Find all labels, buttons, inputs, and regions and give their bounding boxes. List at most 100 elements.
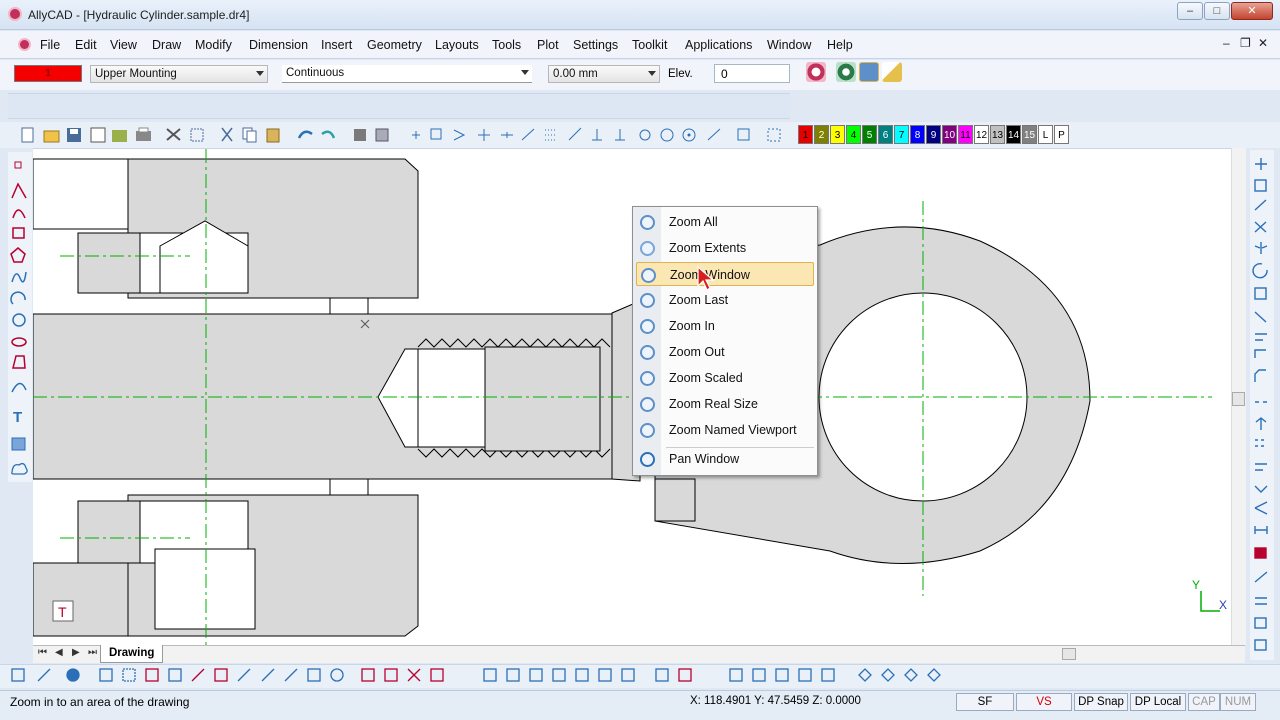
menu-item-zoom-scaled[interactable]: Zoom Scaled: [636, 366, 814, 390]
menu-item-label: Pan Window: [669, 452, 740, 466]
minimize-icon[interactable]: –: [1177, 2, 1203, 20]
linetype-combo[interactable]: Continuous: [282, 65, 532, 83]
zoom-scaled-icon: [640, 371, 655, 386]
last-sheet-icon[interactable]: ⏭: [88, 647, 97, 658]
menu-item-zoom-in[interactable]: Zoom In: [636, 314, 814, 338]
status-cap-indicator: CAP: [1188, 693, 1220, 711]
chevron-down-icon[interactable]: [521, 70, 529, 75]
palette-color-10[interactable]: 10: [942, 125, 957, 144]
menu-item-zoom-all[interactable]: Zoom All: [636, 210, 814, 234]
view-icon: [11, 668, 25, 682]
lineweight-combo[interactable]: 0.00 mm: [548, 65, 660, 83]
menu-edit[interactable]: Edit: [75, 38, 97, 52]
menu-item-zoom-out[interactable]: Zoom Out: [636, 340, 814, 364]
snap-center-icon: [430, 128, 442, 140]
edit-properties-icon[interactable]: [882, 62, 902, 82]
palette-color-8[interactable]: 8: [910, 125, 925, 144]
palette-color-3[interactable]: 3: [830, 125, 845, 144]
menu-item-zoom-named-viewport[interactable]: Zoom Named Viewport: [636, 418, 814, 442]
palette-color-14[interactable]: 14: [1006, 125, 1021, 144]
vertical-scroll-thumb[interactable]: [1232, 392, 1245, 406]
menu-help[interactable]: Help: [827, 38, 853, 52]
menu-item-zoom-extents[interactable]: Zoom Extents: [636, 236, 814, 260]
palette-color-4[interactable]: 4: [846, 125, 861, 144]
doc-minimize-icon[interactable]: –: [1223, 36, 1230, 50]
menu-toolkit[interactable]: Toolkit: [632, 38, 667, 52]
status-dp-snap-button[interactable]: DP Snap: [1074, 693, 1128, 711]
palette-color-15[interactable]: 15: [1022, 125, 1037, 144]
palette-color-P[interactable]: P: [1054, 125, 1069, 144]
snap-intersect-icon: [615, 129, 625, 141]
layer-manager-icon[interactable]: [806, 62, 826, 82]
palette-color-6[interactable]: 6: [878, 125, 893, 144]
elev-input[interactable]: 0: [714, 64, 790, 83]
snap-end-icon: [453, 129, 466, 141]
status-dp-local-button[interactable]: DP Local: [1130, 693, 1186, 711]
menu-geometry[interactable]: Geometry: [367, 38, 422, 52]
ellipse-tool-icon: [11, 337, 27, 347]
status-sf-button[interactable]: SF: [956, 693, 1014, 711]
first-sheet-icon[interactable]: ⏮: [38, 647, 47, 658]
context-menu-separator: [666, 447, 814, 448]
menu-item-label: Zoom Extents: [669, 241, 747, 255]
view-bottom-icon: [575, 668, 589, 682]
snap-settings-icon[interactable]: [836, 62, 856, 82]
view-right-icon: [621, 668, 635, 682]
document-icon[interactable]: [18, 38, 31, 51]
doc-close-icon[interactable]: ✕: [1258, 36, 1268, 50]
menu-settings[interactable]: Settings: [573, 38, 618, 52]
maximize-icon[interactable]: □: [1204, 2, 1230, 20]
palette-color-5[interactable]: 5: [862, 125, 877, 144]
chevron-down-icon[interactable]: [648, 71, 656, 76]
doc-restore-icon[interactable]: ❐: [1240, 36, 1251, 50]
menu-insert[interactable]: Insert: [321, 38, 352, 52]
menu-layouts[interactable]: Layouts: [435, 38, 479, 52]
palette-color-9[interactable]: 9: [926, 125, 941, 144]
next-sheet-icon[interactable]: ▶: [72, 647, 80, 658]
menu-modify[interactable]: Modify: [195, 38, 232, 52]
menu-dimension[interactable]: Dimension: [249, 38, 308, 52]
rod-thread-sleeve: [484, 346, 601, 452]
palette-color-L[interactable]: L: [1038, 125, 1053, 144]
menu-tools[interactable]: Tools: [492, 38, 521, 52]
text-marker-icon: T: [52, 600, 74, 622]
allycad-logo-icon[interactable]: [8, 7, 22, 21]
lineweight-value: 0.00 mm: [553, 68, 598, 80]
menu-item-pan-window[interactable]: Pan Window: [636, 447, 814, 471]
chevron-down-icon[interactable]: [256, 71, 264, 76]
circle-tool-icon: [12, 313, 26, 327]
status-vs-button[interactable]: VS: [1016, 693, 1072, 711]
menu-applications[interactable]: Applications: [685, 38, 752, 52]
view-back-icon: [552, 668, 566, 682]
layer-combo[interactable]: Upper Mounting: [90, 65, 268, 83]
menu-draw[interactable]: Draw: [152, 38, 181, 52]
palette-color-7[interactable]: 7: [894, 125, 909, 144]
menu-item-zoom-real-size[interactable]: Zoom Real Size: [636, 392, 814, 416]
snap-perp-icon: [568, 127, 582, 141]
zoom-named-viewport-icon: [640, 423, 655, 438]
sheet-tab-drawing[interactable]: Drawing: [100, 645, 164, 663]
view-iso-icon: [655, 668, 669, 682]
bottom-toolbar-icons: [11, 668, 941, 682]
orbit-2-icon: [881, 668, 895, 682]
zoom-box-icon: [190, 128, 204, 142]
palette-color-2[interactable]: 2: [814, 125, 829, 144]
menu-item-zoom-window[interactable]: Zoom Window: [636, 262, 814, 286]
palette-color-13[interactable]: 13: [990, 125, 1005, 144]
palette-color-12[interactable]: 12: [974, 125, 989, 144]
horizontal-scroll-thumb[interactable]: [1062, 648, 1076, 660]
zoom-in-icon: [640, 319, 655, 334]
menu-item-zoom-last[interactable]: Zoom Last: [636, 288, 814, 312]
prev-sheet-icon[interactable]: ◀: [55, 647, 63, 658]
menu-plot[interactable]: Plot: [537, 38, 559, 52]
menu-file[interactable]: File: [40, 38, 60, 52]
menu-window[interactable]: Window: [767, 38, 811, 52]
palette-color-11[interactable]: 11: [958, 125, 973, 144]
menu-view[interactable]: View: [110, 38, 137, 52]
dim-diameter-icon: [330, 668, 344, 682]
grid-settings-icon[interactable]: [859, 62, 879, 82]
color-selector[interactable]: 1: [14, 65, 82, 82]
snap-near-icon: [501, 132, 513, 138]
palette-color-1[interactable]: 1: [798, 125, 813, 144]
close-icon[interactable]: ✕: [1231, 2, 1273, 20]
